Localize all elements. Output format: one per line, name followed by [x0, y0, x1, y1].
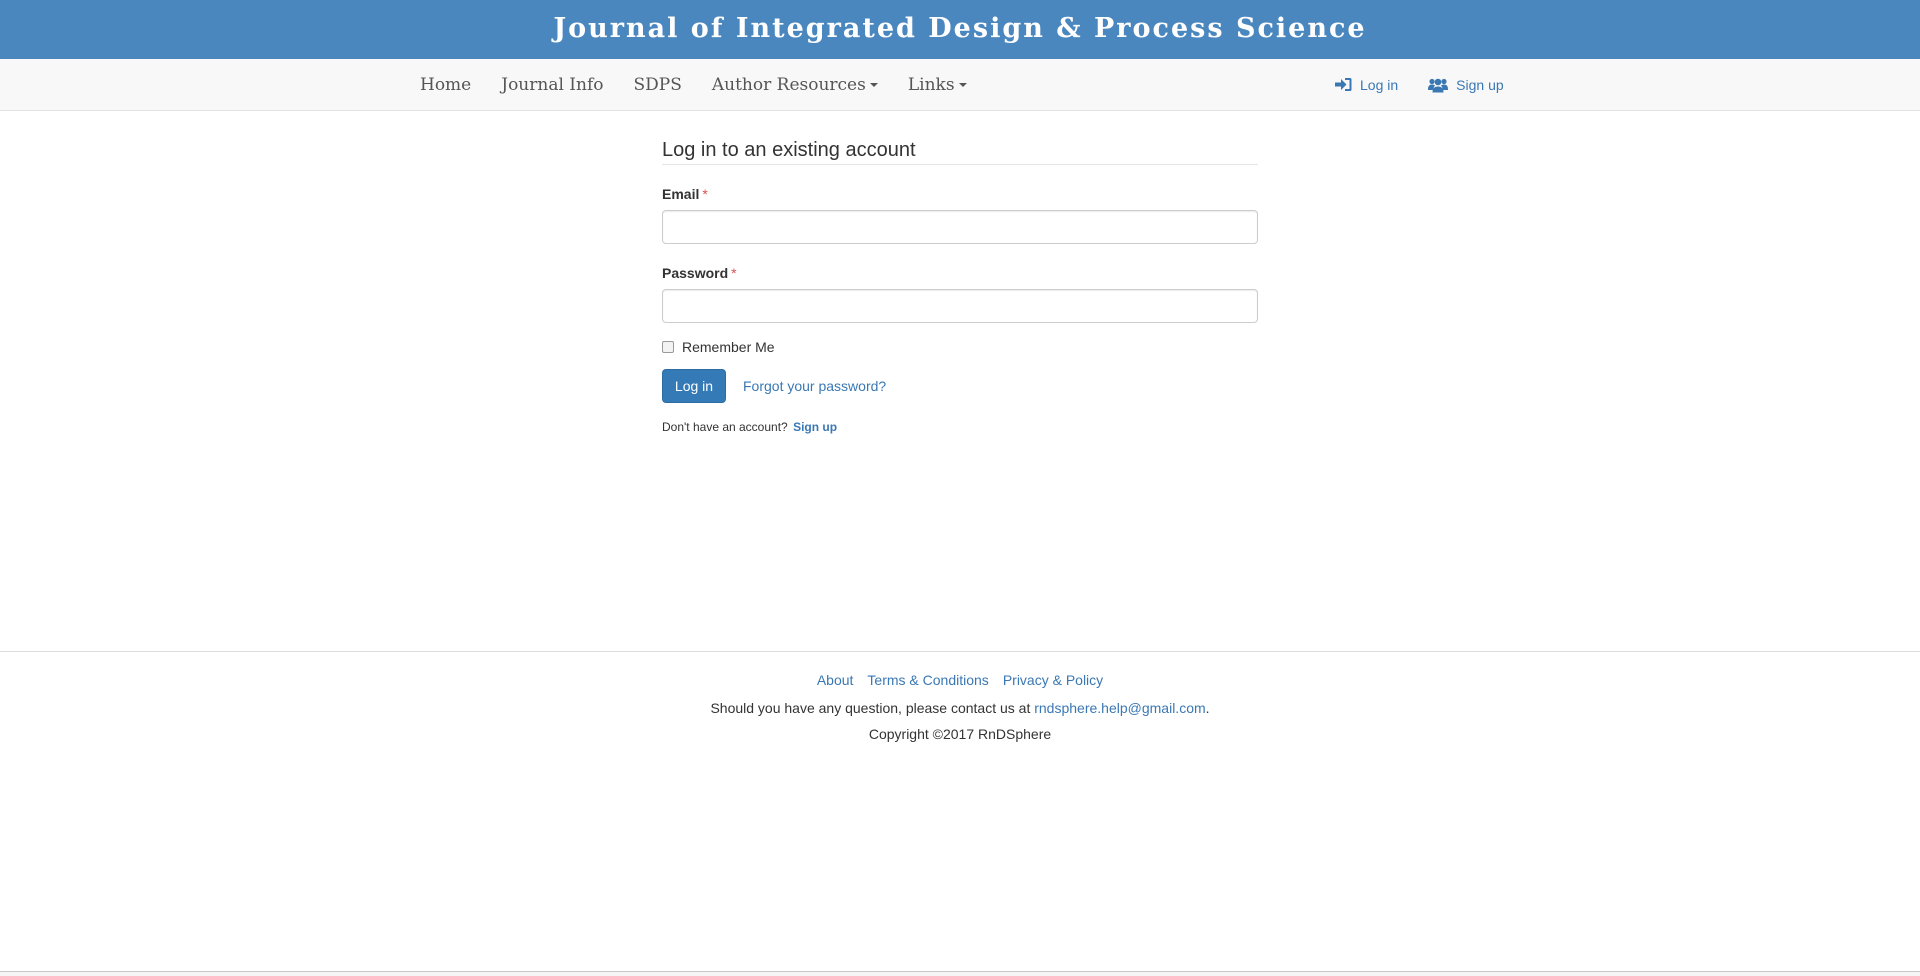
- bottom-divider: [0, 971, 1920, 976]
- password-field[interactable]: [662, 289, 1258, 323]
- no-account-text: Don't have an account?: [662, 420, 788, 434]
- contact-end: .: [1205, 700, 1210, 716]
- nav-menu: Home Journal Info SDPS Author Resources …: [405, 59, 982, 110]
- contact-text: Should you have any question, please con…: [710, 700, 1031, 716]
- footer-link-privacy[interactable]: Privacy & Policy: [1003, 672, 1103, 688]
- signup-link[interactable]: Sign up: [793, 420, 837, 434]
- footer-links: About Terms & Conditions Privacy & Polic…: [0, 672, 1920, 688]
- nav-item-label: Home: [420, 74, 472, 95]
- email-field[interactable]: [662, 210, 1258, 244]
- users-icon: [1428, 78, 1449, 92]
- nav-item-label: Journal Info: [501, 74, 604, 95]
- signup-prompt: Don't have an account? Sign up: [662, 420, 1258, 434]
- site-banner: Journal of Integrated Design & Process S…: [0, 0, 1920, 59]
- caret-down-icon: [869, 82, 878, 87]
- password-label: Password *: [662, 265, 1258, 281]
- nav-auth-links: Log in Sign up: [1335, 59, 1534, 110]
- caret-down-icon: [958, 82, 967, 87]
- nav-login-label: Log in: [1360, 76, 1399, 93]
- nav-item-author-resources[interactable]: Author Resources: [697, 75, 893, 95]
- nav-item-label: Links: [907, 74, 955, 95]
- footer-contact: Should you have any question, please con…: [0, 700, 1920, 716]
- required-mark: *: [702, 186, 708, 202]
- email-label-text: Email: [662, 186, 700, 202]
- remember-me-checkbox[interactable]: [662, 341, 674, 353]
- remember-me-row: Remember Me: [662, 339, 1258, 355]
- contact-email-link[interactable]: rndsphere.help@gmail.com: [1034, 700, 1205, 716]
- nav-item-label: Author Resources: [711, 74, 866, 95]
- nav-item-home[interactable]: Home: [405, 75, 486, 95]
- nav-item-sdps[interactable]: SDPS: [619, 75, 697, 95]
- nav-signup-link[interactable]: Sign up: [1428, 76, 1504, 93]
- footer-link-terms[interactable]: Terms & Conditions: [867, 672, 988, 688]
- nav-item-label: SDPS: [633, 74, 682, 95]
- email-label: Email *: [662, 186, 1258, 202]
- nav-signup-label: Sign up: [1456, 76, 1504, 93]
- copyright-text: Copyright ©2017 RnDSphere: [868, 726, 1052, 742]
- form-title: Log in to an existing account: [662, 138, 1258, 165]
- footer-link-about[interactable]: About: [817, 672, 854, 688]
- password-label-text: Password: [662, 265, 729, 281]
- nav-item-journal-info[interactable]: Journal Info: [486, 75, 618, 95]
- site-title: Journal of Integrated Design & Process S…: [553, 13, 1367, 44]
- required-mark: *: [731, 265, 737, 281]
- login-button[interactable]: Log in: [662, 369, 726, 403]
- site-footer: About Terms & Conditions Privacy & Polic…: [0, 651, 1920, 742]
- login-form: Log in to an existing account Email * Pas…: [662, 138, 1258, 434]
- main-navbar: Home Journal Info SDPS Author Resources …: [0, 59, 1920, 111]
- forgot-password-link[interactable]: Forgot your password?: [743, 378, 886, 394]
- remember-me-label[interactable]: Remember Me: [682, 339, 775, 355]
- form-actions: Log in Forgot your password?: [662, 369, 1258, 403]
- nav-login-link[interactable]: Log in: [1335, 77, 1398, 93]
- nav-item-links[interactable]: Links: [893, 75, 982, 95]
- sign-in-icon: [1335, 78, 1352, 91]
